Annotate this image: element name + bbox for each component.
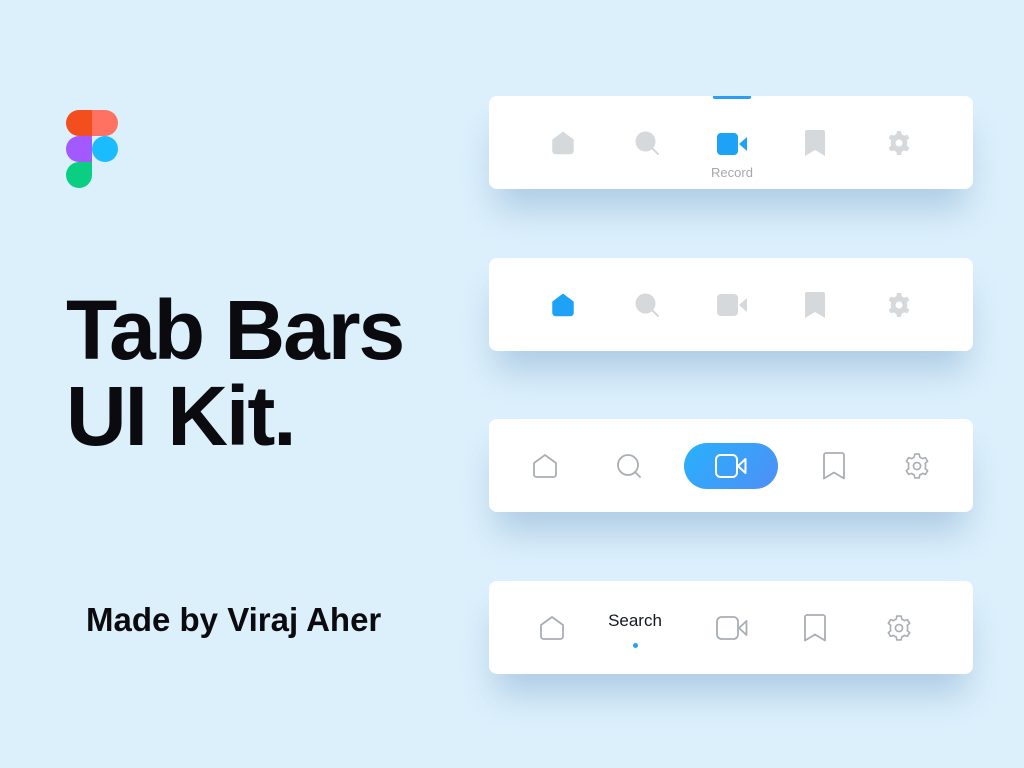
tab-search[interactable] <box>599 96 695 189</box>
title-line-2: UI Kit. <box>66 369 297 463</box>
tab-bar-filled-active <box>489 258 973 351</box>
bookmark-icon <box>823 451 845 479</box>
search-icon <box>635 131 659 155</box>
tab-search[interactable]: Search <box>587 581 683 680</box>
bookmark-icon <box>805 291 825 318</box>
tab-record[interactable] <box>683 419 779 512</box>
bookmark-icon <box>805 129 825 156</box>
video-camera-icon <box>717 133 747 155</box>
search-icon <box>617 453 641 478</box>
gear-icon <box>887 614 911 641</box>
video-camera-icon <box>717 293 747 316</box>
tab-settings[interactable] <box>851 96 947 189</box>
tab-search[interactable] <box>581 419 677 512</box>
gear-icon <box>905 452 929 479</box>
gear-icon <box>888 130 910 155</box>
tab-home[interactable] <box>515 96 611 189</box>
tab-search[interactable] <box>599 258 695 351</box>
page-title: Tab Bars UI Kit. <box>66 287 405 459</box>
home-icon <box>533 453 557 478</box>
video-camera-icon <box>715 453 747 478</box>
gear-icon <box>888 292 910 317</box>
tab-bookmark[interactable] <box>767 258 863 351</box>
tab-bar-pill-active <box>489 419 973 512</box>
home-icon <box>552 131 574 154</box>
tab-settings[interactable] <box>851 258 947 351</box>
tab-label-search: Search <box>608 611 662 630</box>
tab-bar-top-indicator: Record <box>489 96 973 189</box>
tab-settings[interactable] <box>869 419 965 512</box>
tab-label-record: Record <box>711 165 753 180</box>
title-line-1: Tab Bars <box>66 283 405 377</box>
tab-bookmark[interactable] <box>767 581 863 674</box>
tab-home[interactable] <box>504 581 600 674</box>
tab-bookmark[interactable] <box>767 96 863 189</box>
search-icon <box>635 293 659 317</box>
tab-home[interactable] <box>515 258 611 351</box>
tab-bar-label-dot: Search <box>489 581 973 674</box>
tab-home[interactable] <box>497 419 593 512</box>
home-icon <box>552 293 574 316</box>
active-dot-indicator <box>632 643 638 648</box>
figma-logo-icon <box>66 110 118 188</box>
tab-record[interactable]: Record <box>684 96 780 203</box>
tab-bookmark[interactable] <box>786 419 882 512</box>
active-pill <box>684 442 778 489</box>
video-camera-icon <box>716 615 748 640</box>
tab-record[interactable] <box>684 581 780 674</box>
home-icon <box>540 615 564 640</box>
tab-settings[interactable] <box>851 581 947 674</box>
tab-record[interactable] <box>684 258 780 351</box>
author-credit: Made by Viraj Aher <box>86 601 382 638</box>
bookmark-icon <box>804 613 826 641</box>
